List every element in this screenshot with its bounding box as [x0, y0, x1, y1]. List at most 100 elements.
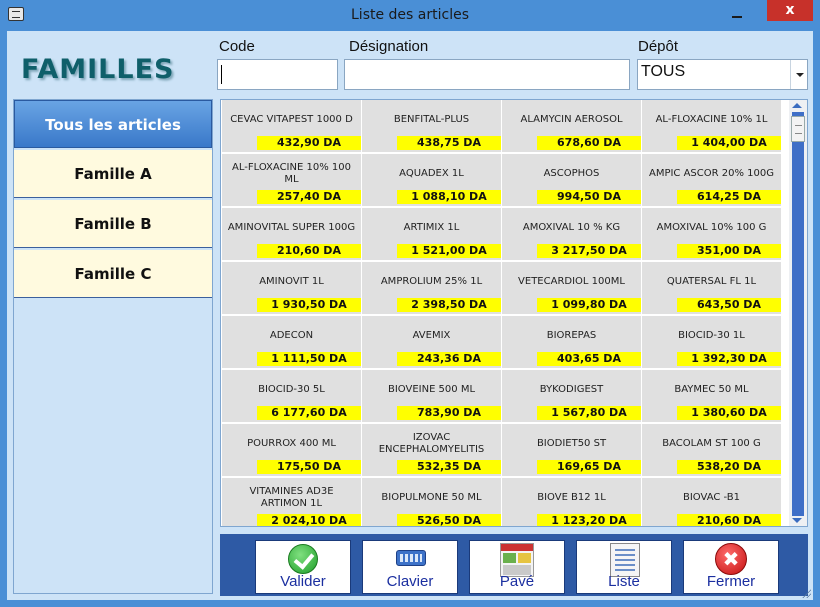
article-tile[interactable]: AMPROLIUM 25% 1L 2 398,50 DA	[362, 262, 502, 315]
article-tile[interactable]: BIOCID-30 5L 6 177,60 DA	[222, 370, 362, 423]
tile-view-icon	[500, 543, 534, 577]
article-price: 6 177,60 DA	[257, 406, 361, 420]
main-client-area: FAMILLES Code Désignation Dépôt TOUS Tou…	[7, 31, 813, 600]
scroll-up-arrow-icon[interactable]	[792, 103, 802, 108]
depot-select[interactable]: TOUS	[637, 59, 808, 90]
article-tile[interactable]: ASCOPHOS 994,50 DA	[502, 154, 642, 207]
article-price: 2 024,10 DA	[257, 514, 361, 526]
article-name: AMINOVITAL SUPER 100G	[227, 222, 356, 233]
article-tile[interactable]: CEVAC VITAPEST 1000 D 432,90 DA	[222, 100, 362, 153]
article-name: VETECARDIOL 100ML	[518, 276, 625, 287]
liste-button[interactable]: Liste	[576, 540, 672, 594]
article-name: ARTIMIX 1L	[403, 222, 460, 233]
article-tile[interactable]: AMPIC ASCOR 20% 100G 614,25 DA	[642, 154, 782, 207]
article-price: 1 521,00 DA	[397, 244, 501, 258]
article-tile[interactable]: BACOLAM ST 100 G 538,20 DA	[642, 424, 782, 477]
article-price: 243,36 DA	[397, 352, 501, 366]
article-price: 438,75 DA	[397, 136, 501, 150]
article-price: 1 392,30 DA	[677, 352, 781, 366]
article-tile[interactable]: AL-FLOXACINE 10% 100 ML 257,40 DA	[222, 154, 362, 207]
valider-button[interactable]: Valider	[255, 540, 351, 594]
families-sidebar: Tous les articles Famille A Famille B Fa…	[13, 99, 213, 594]
article-tile[interactable]: BIOVEINE 500 ML 783,90 DA	[362, 370, 502, 423]
families-heading: FAMILLES	[21, 54, 175, 85]
article-tile[interactable]: AMINOVITAL SUPER 100G 210,60 DA	[222, 208, 362, 261]
text-caret	[221, 65, 222, 84]
fermer-button[interactable]: ✖ Fermer	[683, 540, 779, 594]
article-tile[interactable]: BIOREPAS 403,65 DA	[502, 316, 642, 369]
article-tile[interactable]: AMOXIVAL 10% 100 G 351,00 DA	[642, 208, 782, 261]
article-tile[interactable]: IZOVAC ENCEPHALOMYELITIS 532,35 DA	[362, 424, 502, 477]
article-name: BIODIET50 ST	[536, 438, 607, 449]
tile-view-icon-header	[501, 544, 533, 551]
scroll-thumb[interactable]	[791, 116, 805, 142]
article-tile[interactable]: AQUADEX 1L 1 088,10 DA	[362, 154, 502, 207]
article-tile[interactable]: AMINOVIT 1L 1 930,50 DA	[222, 262, 362, 315]
article-price: 1 088,10 DA	[397, 190, 501, 204]
article-tile[interactable]: VETECARDIOL 100ML 1 099,80 DA	[502, 262, 642, 315]
article-tile[interactable]: ALAMYCIN AEROSOL 678,60 DA	[502, 100, 642, 153]
tile-view-icon-cell	[503, 553, 516, 563]
article-name: BENFITAL-PLUS	[393, 114, 470, 125]
article-tile[interactable]: AL-FLOXACINE 10% 1L 1 404,00 DA	[642, 100, 782, 153]
article-name: ASCOPHOS	[543, 168, 600, 179]
articles-grid: CEVAC VITAPEST 1000 D 432,90 DA BENFITAL-P…	[222, 100, 787, 526]
designation-input[interactable]	[344, 59, 630, 90]
article-name: AMOXIVAL 10% 100 G	[656, 222, 767, 233]
article-tile[interactable]: QUATERSAL FL 1L 643,50 DA	[642, 262, 782, 315]
list-view-icon	[610, 543, 640, 577]
article-tile[interactable]: BIOVAC -B1 210,60 DA	[642, 478, 782, 526]
article-name: AMINOVIT 1L	[259, 276, 324, 287]
close-window-button[interactable]: x	[767, 0, 813, 21]
chevron-down-icon[interactable]	[790, 60, 807, 89]
title-bar: Liste des articles x	[0, 0, 820, 31]
article-price: 994,50 DA	[537, 190, 641, 204]
article-tile[interactable]: AMOXIVAL 10 % KG 3 217,50 DA	[502, 208, 642, 261]
article-name: AL-FLOXACINE 10% 1L	[655, 114, 768, 125]
article-price: 1 123,20 DA	[537, 514, 641, 526]
code-input[interactable]	[217, 59, 338, 90]
article-tile[interactable]: BENFITAL-PLUS 438,75 DA	[362, 100, 502, 153]
sidebar-item-all-articles[interactable]: Tous les articles	[14, 100, 212, 148]
window-title: Liste des articles	[351, 7, 469, 23]
depot-selected-value: TOUS	[641, 63, 686, 80]
article-tile[interactable]: ARTIMIX 1L 1 521,00 DA	[362, 208, 502, 261]
article-tile[interactable]: BAYMEC 50 ML 1 380,60 DA	[642, 370, 782, 423]
sidebar-item-famille-b[interactable]: Famille B	[14, 200, 212, 248]
article-tile[interactable]: POURROX 400 ML 175,50 DA	[222, 424, 362, 477]
article-price: 1 567,80 DA	[537, 406, 641, 420]
article-tile[interactable]: ADECON 1 111,50 DA	[222, 316, 362, 369]
article-tile[interactable]: BIOVE B12 1L 1 123,20 DA	[502, 478, 642, 526]
bottom-toolbar: Valider Clavier Pavé Liste ✖ Fermer	[220, 534, 808, 596]
article-tile[interactable]: BIODIET50 ST 169,65 DA	[502, 424, 642, 477]
article-name: CEVAC VITAPEST 1000 D	[230, 114, 353, 125]
article-name: BIOVEINE 500 ML	[387, 384, 476, 395]
article-price: 3 217,50 DA	[537, 244, 641, 258]
sidebar-item-famille-c[interactable]: Famille C	[14, 250, 212, 298]
article-name: BACOLAM ST 100 G	[662, 438, 761, 449]
article-price: 1 111,50 DA	[257, 352, 361, 366]
article-price: 532,35 DA	[397, 460, 501, 474]
article-price: 538,20 DA	[677, 460, 781, 474]
vertical-scrollbar[interactable]	[789, 100, 807, 526]
resize-grip-icon[interactable]	[801, 588, 811, 598]
minimize-button[interactable]	[724, 4, 750, 24]
article-tile[interactable]: BIOPULMONE 50 ML 526,50 DA	[362, 478, 502, 526]
sidebar-item-famille-a[interactable]: Famille A	[14, 150, 212, 198]
article-price: 257,40 DA	[257, 190, 361, 204]
article-name: QUATERSAL FL 1L	[666, 276, 757, 287]
article-tile[interactable]: AVEMIX 243,36 DA	[362, 316, 502, 369]
articles-grid-panel: CEVAC VITAPEST 1000 D 432,90 DA BENFITAL-P…	[220, 99, 808, 527]
article-price: 210,60 DA	[257, 244, 361, 258]
article-name: BIOPULMONE 50 ML	[381, 492, 482, 503]
pave-button[interactable]: Pavé	[469, 540, 565, 594]
clavier-button[interactable]: Clavier	[362, 540, 458, 594]
article-tile[interactable]: BIOCID-30 1L 1 392,30 DA	[642, 316, 782, 369]
article-name: BIOVE B12 1L	[537, 492, 606, 503]
article-name: IZOVAC ENCEPHALOMYELITIS	[378, 432, 485, 455]
article-tile[interactable]: BYKODIGEST 1 567,80 DA	[502, 370, 642, 423]
scroll-down-arrow-icon[interactable]	[792, 518, 802, 523]
scroll-track[interactable]	[792, 112, 804, 516]
article-name: ALAMYCIN AEROSOL	[520, 114, 623, 125]
article-tile[interactable]: VITAMINES AD3E ARTIMON 1L 2 024,10 DA	[222, 478, 362, 526]
